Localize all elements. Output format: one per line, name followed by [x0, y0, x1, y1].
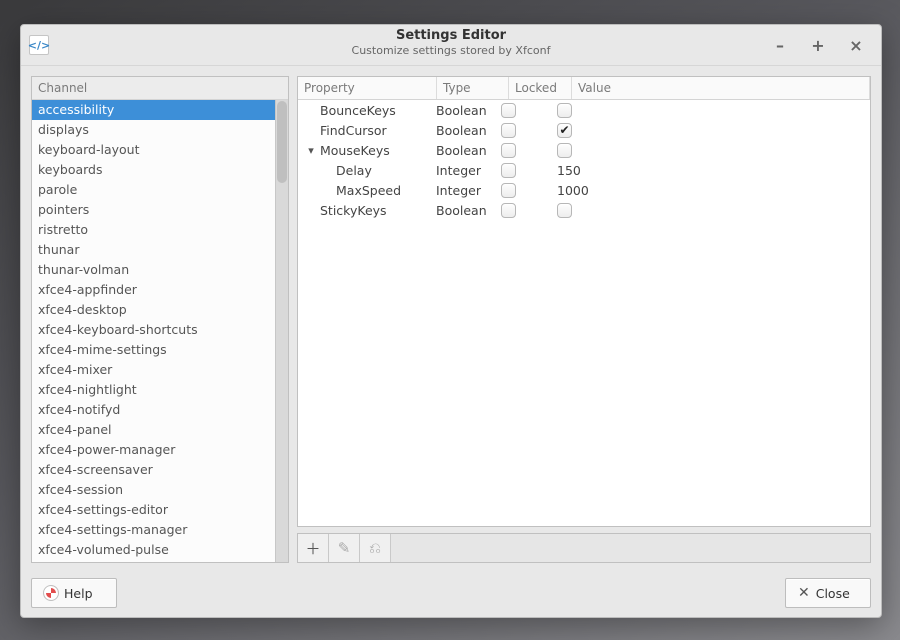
minimize-button[interactable]: – [769, 34, 791, 56]
channel-row-xfce4-mime-settings[interactable]: xfce4-mime-settings [32, 340, 275, 360]
help-icon [44, 586, 58, 600]
title-block: Settings Editor Customize settings store… [21, 28, 881, 57]
channel-row-xfce4-appfinder[interactable]: xfce4-appfinder [32, 280, 275, 300]
locked-checkbox[interactable] [501, 123, 516, 138]
channel-panel: Channel accessibilitydisplayskeyboard-la… [31, 76, 289, 563]
property-name: MouseKeys [320, 143, 390, 158]
channel-row-xfce4-desktop[interactable]: xfce4-desktop [32, 300, 275, 320]
close-icon: ✕ [798, 585, 810, 601]
channel-row-xfce4-notifyd[interactable]: xfce4-notifyd [32, 400, 275, 420]
column-header-locked[interactable]: Locked [509, 77, 572, 99]
property-column-headers: Property Type Locked Value [298, 77, 870, 100]
channel-scroll-thumb[interactable] [277, 101, 287, 183]
channel-row-thunar-volman[interactable]: thunar-volman [32, 260, 275, 280]
plus-icon: ＋ [305, 538, 320, 559]
property-row-Delay[interactable]: Delay Integer 150 [298, 160, 870, 180]
pencil-icon: ✎ [338, 539, 351, 557]
locked-checkbox[interactable] [501, 203, 516, 218]
locked-checkbox[interactable] [501, 143, 516, 158]
property-name: Delay [336, 163, 372, 178]
property-toolbar: ＋ ✎ ⎌ [297, 533, 871, 563]
property-type: Integer [430, 183, 495, 198]
property-panel: Property Type Locked Value BounceKeys Boo… [297, 76, 871, 527]
channel-row-xfce4-nightlight[interactable]: xfce4-nightlight [32, 380, 275, 400]
channel-row-parole[interactable]: parole [32, 180, 275, 200]
property-value: 1000 [557, 183, 589, 198]
close-label: Close [816, 586, 850, 601]
channel-row-thunar[interactable]: thunar [32, 240, 275, 260]
channel-row-xfce4-screensaver[interactable]: xfce4-screensaver [32, 460, 275, 480]
property-row-StickyKeys[interactable]: StickyKeys Boolean [298, 200, 870, 220]
close-button[interactable]: ✕ Close [785, 578, 871, 608]
settings-editor-window: </> Settings Editor Customize settings s… [20, 24, 882, 618]
locked-checkbox[interactable] [501, 163, 516, 178]
property-row-MaxSpeed[interactable]: MaxSpeed Integer 1000 [298, 180, 870, 200]
channel-row-xfce4-settings-editor[interactable]: xfce4-settings-editor [32, 500, 275, 520]
maximize-button[interactable]: + [807, 34, 829, 56]
titlebar: </> Settings Editor Customize settings s… [21, 25, 881, 66]
locked-checkbox[interactable] [501, 103, 516, 118]
value-checkbox[interactable] [557, 143, 572, 158]
property-name: MaxSpeed [336, 183, 401, 198]
channel-row-displays[interactable]: displays [32, 120, 275, 140]
close-window-button[interactable]: × [845, 34, 867, 56]
property-list[interactable]: BounceKeysBooleanFindCursorBoolean▾Mouse… [298, 100, 870, 526]
property-type: Boolean [430, 123, 495, 138]
add-property-button[interactable]: ＋ [298, 534, 329, 562]
channel-row-xfce4-panel[interactable]: xfce4-panel [32, 420, 275, 440]
channel-row-xfce4-keyboard-shortcuts[interactable]: xfce4-keyboard-shortcuts [32, 320, 275, 340]
value-checkbox[interactable] [557, 123, 572, 138]
property-type: Boolean [430, 103, 495, 118]
channel-row-pointers[interactable]: pointers [32, 200, 275, 220]
help-label: Help [64, 586, 93, 601]
property-name: BounceKeys [320, 103, 396, 118]
property-name: FindCursor [320, 123, 387, 138]
property-name: StickyKeys [320, 203, 387, 218]
channel-column-header[interactable]: Channel [32, 77, 288, 100]
edit-property-button[interactable]: ✎ [329, 534, 360, 562]
channel-scrollbar[interactable] [275, 100, 288, 562]
right-pane: Property Type Locked Value BounceKeys Boo… [297, 76, 871, 563]
channel-row-keyboard-layout[interactable]: keyboard-layout [32, 140, 275, 160]
channel-row-xfce4-power-manager[interactable]: xfce4-power-manager [32, 440, 275, 460]
property-type: Integer [430, 163, 495, 178]
app-icon: </> [29, 35, 49, 55]
channel-row-accessibility[interactable]: accessibility [32, 100, 275, 120]
column-header-type[interactable]: Type [437, 77, 509, 99]
property-type: Boolean [430, 203, 495, 218]
help-button[interactable]: Help [31, 578, 117, 608]
channel-row-xfce4-mixer[interactable]: xfce4-mixer [32, 360, 275, 380]
disclosure-icon[interactable]: ▾ [304, 144, 318, 157]
channel-row-ristretto[interactable]: ristretto [32, 220, 275, 240]
footer: Help ✕ Close [21, 569, 881, 617]
channel-row-xfwm4[interactable]: xfwm4 [32, 560, 275, 562]
channel-row-xfce4-session[interactable]: xfce4-session [32, 480, 275, 500]
channel-list-wrapper: accessibilitydisplayskeyboard-layoutkeyb… [32, 100, 288, 562]
reset-icon: ⎌ [369, 539, 381, 557]
property-type: Boolean [430, 143, 495, 158]
content-area: Channel accessibilitydisplayskeyboard-la… [21, 66, 881, 569]
window-title: Settings Editor [21, 28, 881, 43]
property-row-BounceKeys[interactable]: BounceKeys Boolean [298, 100, 870, 120]
property-row-MouseKeys[interactable]: ▾MouseKeys Boolean [298, 140, 870, 160]
value-checkbox[interactable] [557, 103, 572, 118]
channel-row-xfce4-volumed-pulse[interactable]: xfce4-volumed-pulse [32, 540, 275, 560]
column-header-value[interactable]: Value [572, 77, 870, 99]
window-controls: – + × [769, 25, 877, 65]
value-checkbox[interactable] [557, 203, 572, 218]
channel-row-keyboards[interactable]: keyboards [32, 160, 275, 180]
column-header-property[interactable]: Property [298, 77, 437, 99]
property-row-FindCursor[interactable]: FindCursor Boolean [298, 120, 870, 140]
channel-list[interactable]: accessibilitydisplayskeyboard-layoutkeyb… [32, 100, 275, 562]
window-subtitle: Customize settings stored by Xfconf [21, 44, 881, 57]
locked-checkbox[interactable] [501, 183, 516, 198]
reset-property-button[interactable]: ⎌ [360, 534, 391, 562]
property-value: 150 [557, 163, 581, 178]
channel-row-xfce4-settings-manager[interactable]: xfce4-settings-manager [32, 520, 275, 540]
